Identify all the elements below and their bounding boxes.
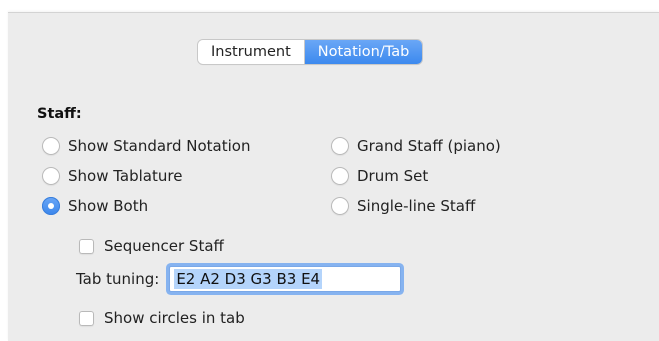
checkbox-icon[interactable] [79, 238, 94, 254]
radio-single-line-staff[interactable]: Single-line Staff [331, 197, 475, 215]
radio-label: Single-line Staff [357, 197, 476, 215]
checkbox-sequencer-staff[interactable]: Sequencer Staff [79, 237, 224, 255]
tab-tuning-value[interactable]: E2 A2 D3 G3 B3 E4 [174, 269, 323, 289]
radio-label: Show Tablature [68, 167, 183, 185]
radio-button-icon[interactable] [42, 137, 60, 155]
radio-button-icon[interactable] [331, 137, 349, 155]
checkbox-show-circles[interactable]: Show circles in tab [79, 309, 245, 327]
radio-label: Grand Staff (piano) [357, 137, 501, 155]
radio-show-both[interactable]: Show Both [42, 197, 148, 215]
tab-notation[interactable]: Notation/Tab [304, 40, 423, 64]
checkbox-label: Sequencer Staff [104, 237, 224, 255]
radio-label: Show Both [68, 197, 149, 215]
radio-button-selected-icon[interactable] [42, 197, 60, 215]
radio-button-icon[interactable] [331, 167, 349, 185]
tab-tuning-label: Tab tuning: [76, 270, 160, 288]
tab-instrument[interactable]: Instrument [198, 40, 304, 64]
radio-grand-staff[interactable]: Grand Staff (piano) [331, 137, 501, 155]
radio-button-icon[interactable] [331, 197, 349, 215]
checkbox-icon[interactable] [79, 310, 94, 326]
staff-section-label: Staff: [37, 106, 82, 122]
radio-show-tablature[interactable]: Show Tablature [42, 167, 182, 185]
radio-label: Show Standard Notation [68, 137, 251, 155]
tab-tuning-row: Tab tuning: E2 A2 D3 G3 B3 E4 [76, 266, 402, 292]
tab-tuning-input[interactable]: E2 A2 D3 G3 B3 E4 [169, 266, 402, 292]
radio-button-icon[interactable] [42, 167, 60, 185]
radio-label: Drum Set [357, 167, 429, 185]
radio-show-standard-notation[interactable]: Show Standard Notation [42, 137, 250, 155]
radio-drum-set[interactable]: Drum Set [331, 167, 428, 185]
checkbox-label: Show circles in tab [104, 309, 245, 327]
tab-switcher: Instrument Notation/Tab [198, 40, 423, 64]
